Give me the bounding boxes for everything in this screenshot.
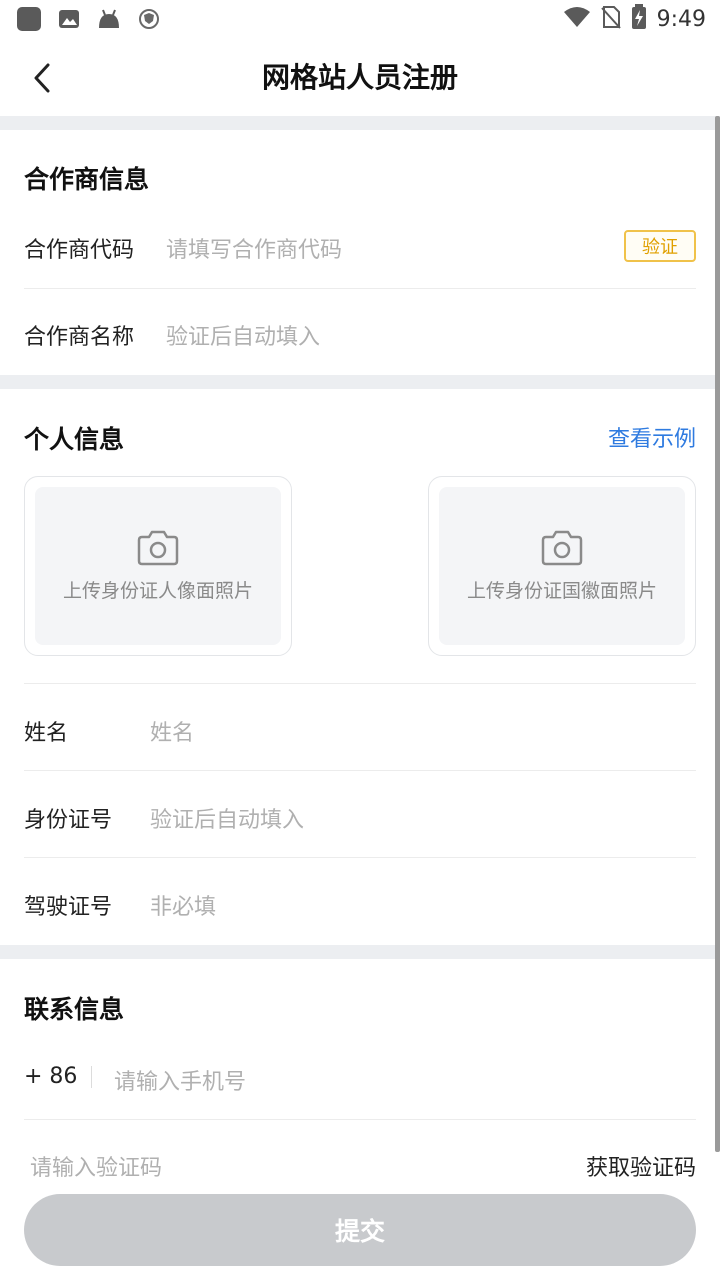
status-right-icons: 9:49: [563, 4, 706, 34]
get-code-button[interactable]: 获取验证码: [586, 1150, 696, 1182]
license-input[interactable]: 非必填: [150, 889, 216, 921]
license-label: 驾驶证号: [24, 895, 113, 920]
section-gap: [0, 116, 720, 130]
partner-code-input[interactable]: 请填写合作商代码: [166, 232, 342, 264]
back-button[interactable]: [18, 54, 66, 102]
camera-icon: [541, 530, 583, 565]
partner-name-label: 合作商名称: [24, 325, 135, 350]
name-label: 姓名: [24, 721, 69, 746]
id-number-field: 验证后自动填入: [150, 808, 305, 833]
divider: [24, 288, 696, 289]
no-sim-icon: [600, 5, 621, 33]
wifi-icon: [563, 6, 591, 32]
partner-section-title: 合作商信息: [24, 165, 150, 194]
phone-input[interactable]: 请输入手机号: [114, 1064, 246, 1096]
name-input[interactable]: 姓名: [150, 715, 194, 747]
status-time: 9:49: [656, 6, 706, 32]
divider: [24, 857, 696, 858]
status-bar: 9:49: [0, 0, 720, 40]
section-gap: [0, 945, 720, 959]
divider: [24, 770, 696, 771]
upload-id-back-card[interactable]: 上传身份证国徽面照片: [428, 476, 696, 656]
view-example-link[interactable]: 查看示例: [608, 421, 696, 453]
upload-id-back-area: 上传身份证国徽面照片: [439, 487, 685, 645]
camera-icon: [137, 530, 179, 565]
battery-charging-icon: [631, 4, 647, 34]
upload-id-front-card[interactable]: 上传身份证人像面照片: [24, 476, 292, 656]
submit-button[interactable]: 提交: [24, 1194, 696, 1266]
personal-section-title: 个人信息: [24, 425, 125, 454]
app-icon: [16, 6, 42, 32]
gallery-icon: [56, 6, 82, 32]
android-icon: [96, 6, 122, 32]
nav-bar: 网格站人员注册: [0, 40, 720, 116]
country-code[interactable]: + 86: [24, 1064, 77, 1089]
page-title: 网格站人员注册: [261, 61, 458, 94]
scrollbar[interactable]: [715, 116, 720, 1152]
upload-id-front-label: 上传身份证人像面照片: [62, 579, 253, 602]
id-number-label: 身份证号: [24, 808, 113, 833]
status-left-icons: [16, 6, 162, 32]
upload-id-back-label: 上传身份证国徽面照片: [466, 579, 657, 602]
upload-id-front-area: 上传身份证人像面照片: [35, 487, 281, 645]
partner-name-field: 验证后自动填入: [166, 325, 321, 350]
divider: [24, 683, 696, 684]
vpn-shield-icon: [136, 6, 162, 32]
chevron-left-icon: [34, 63, 50, 93]
partner-code-label: 合作商代码: [24, 238, 135, 263]
divider: [24, 1119, 696, 1120]
contact-section-title: 联系信息: [24, 995, 125, 1024]
country-code-separator: [91, 1066, 92, 1088]
verify-button[interactable]: 验证: [624, 230, 696, 262]
section-gap: [0, 375, 720, 389]
verification-code-input[interactable]: 请输入验证码: [30, 1150, 162, 1182]
